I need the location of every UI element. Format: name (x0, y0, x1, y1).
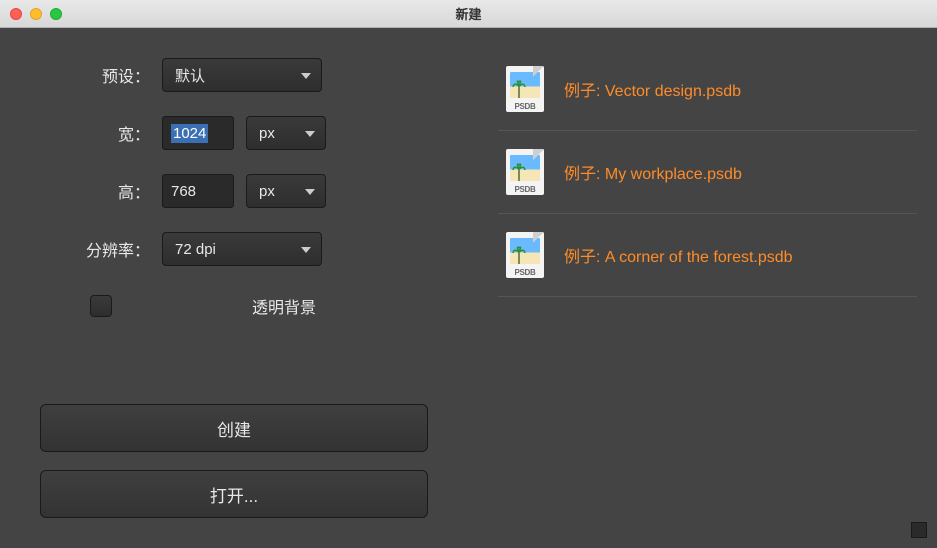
open-button-label: 打开... (210, 482, 258, 507)
transparent-label: 透明背景 (252, 294, 316, 318)
psdb-file-icon: PSDB (506, 66, 544, 112)
example-list: PSDB 例子: Vector design.psdb PSDB 例 (498, 48, 917, 297)
height-row: 高： 768 px (40, 174, 428, 208)
width-label: 宽： (40, 121, 150, 145)
preset-row: 预设： 默认 (40, 58, 428, 92)
titlebar: 新建 (0, 0, 937, 28)
width-input[interactable]: 1024 (162, 116, 234, 150)
example-item[interactable]: PSDB 例子: My workplace.psdb (498, 131, 917, 214)
example-name: 例子: A corner of the forest.psdb (564, 243, 793, 267)
left-panel: 预设： 默认 宽： 1024 px 高： 768 (0, 28, 468, 548)
example-item[interactable]: PSDB 例子: A corner of the forest.psdb (498, 214, 917, 297)
width-unit-select[interactable]: px (246, 116, 326, 150)
preset-select[interactable]: 默认 (162, 58, 322, 92)
preset-value: 默认 (175, 65, 205, 86)
create-button[interactable]: 创建 (40, 404, 428, 452)
transparent-row: 透明背景 (90, 294, 428, 318)
file-ext: PSDB (506, 102, 544, 111)
close-button[interactable] (10, 8, 22, 20)
height-value: 768 (171, 183, 196, 200)
transparent-checkbox[interactable] (90, 295, 112, 317)
form-rows: 预设： 默认 宽： 1024 px 高： 768 (40, 58, 428, 266)
window-title: 新建 (10, 4, 927, 23)
resolution-label: 分辨率： (40, 237, 150, 261)
example-name: 例子: Vector design.psdb (564, 77, 741, 101)
minimize-button[interactable] (30, 8, 42, 20)
width-value: 1024 (171, 124, 208, 143)
palm-icon (512, 78, 526, 98)
buttons: 创建 打开... (40, 404, 428, 528)
height-unit-select[interactable]: px (246, 174, 326, 208)
traffic-lights (10, 8, 62, 20)
resolution-row: 分辨率： 72 dpi (40, 232, 428, 266)
height-label: 高： (40, 179, 150, 203)
preset-label: 预设： (40, 63, 150, 87)
right-panel: PSDB 例子: Vector design.psdb PSDB 例 (468, 28, 937, 548)
open-button[interactable]: 打开... (40, 470, 428, 518)
content: 预设： 默认 宽： 1024 px 高： 768 (0, 28, 937, 548)
file-ext: PSDB (506, 185, 544, 194)
example-item[interactable]: PSDB 例子: Vector design.psdb (498, 48, 917, 131)
resolution-value: 72 dpi (175, 241, 216, 258)
resolution-select[interactable]: 72 dpi (162, 232, 322, 266)
width-row: 宽： 1024 px (40, 116, 428, 150)
palm-icon (512, 244, 526, 264)
resize-handle[interactable] (911, 522, 927, 538)
psdb-file-icon: PSDB (506, 149, 544, 195)
palm-icon (512, 161, 526, 181)
height-unit-value: px (259, 183, 275, 200)
maximize-button[interactable] (50, 8, 62, 20)
height-input[interactable]: 768 (162, 174, 234, 208)
example-name: 例子: My workplace.psdb (564, 160, 742, 184)
create-button-label: 创建 (217, 416, 251, 441)
width-unit-value: px (259, 125, 275, 142)
psdb-file-icon: PSDB (506, 232, 544, 278)
file-ext: PSDB (506, 268, 544, 277)
